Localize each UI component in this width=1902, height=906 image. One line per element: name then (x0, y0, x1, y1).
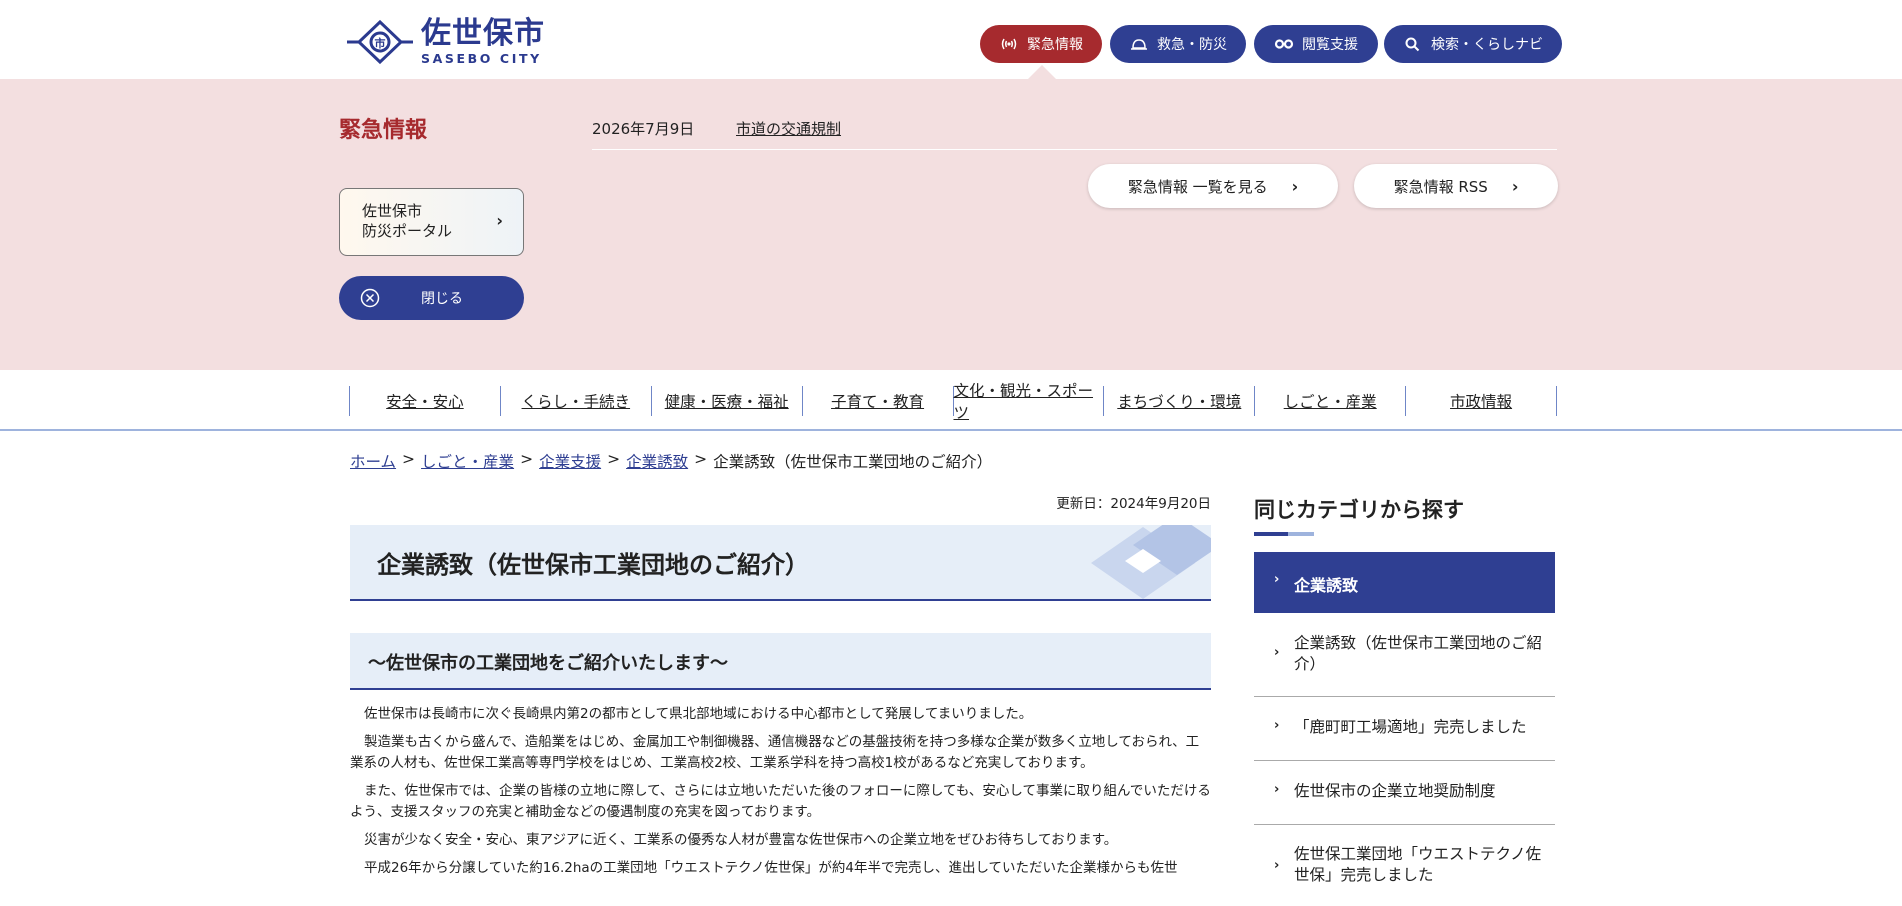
emergency-list-label: 緊急情報 一覧を見る (1127, 177, 1268, 196)
close-label: 閉じる (421, 291, 463, 307)
side-item[interactable]: › 「鹿町町工場適地」完売しました (1254, 697, 1555, 761)
side-item-label: 「鹿町町工場適地」完売しました (1294, 718, 1527, 736)
gnav-living[interactable]: くらし・手続き (499, 386, 651, 416)
portal-line2: 防災ポータル (362, 222, 453, 240)
close-emergency-button[interactable]: 閉じる (339, 276, 524, 320)
side-item-label: 佐世保市の企業立地奨励制度 (1294, 782, 1496, 800)
gnav-childcare[interactable]: 子育て・教育 (801, 386, 953, 416)
emergency-rss-button[interactable]: 緊急情報 RSS › (1354, 164, 1558, 208)
search-navi-button[interactable]: 検索・くらしナビ (1384, 25, 1562, 63)
article-paragraph: また、佐世保市では、企業の皆様の立地に際して、さらには立地いただいた後のフォロー… (350, 783, 1211, 820)
chevron-right-icon: › (1291, 176, 1299, 196)
disaster-portal-button[interactable]: 佐世保市 防災ポータル › (339, 188, 524, 256)
article-paragraph: 平成26年から分譲していた約16.2haの工業団地「ウエストテクノ佐世保」が約4… (364, 860, 1178, 876)
emergency-item-date: 2026年7月9日 (592, 120, 695, 138)
breadcrumb-invest[interactable]: 企業誘致 (626, 450, 688, 472)
page-title: 企業誘致（佐世保市工業団地のご紹介） (377, 551, 809, 579)
emergency-list-button[interactable]: 緊急情報 一覧を見る › (1088, 164, 1338, 208)
chevron-right-icon: › (496, 211, 503, 230)
breadcrumb: ホーム > しごと・産業 > 企業支援 > 企業誘致 > 企業誘致（佐世保市工業… (350, 450, 992, 472)
emergency-rss-label: 緊急情報 RSS (1393, 177, 1488, 196)
active-pointer (1028, 65, 1056, 79)
emergency-item-link[interactable]: 市道の交通規制 (736, 118, 841, 139)
glasses-icon (1274, 39, 1294, 49)
chevron-right-icon: › (1274, 718, 1280, 733)
side-item-label: 企業誘致（佐世保市工業団地のご紹介） (1294, 634, 1543, 673)
article-body: 佐世保市は長崎市に次ぐ長崎県内第2の都市として県北部地域における中心都市として発… (350, 704, 1211, 886)
side-item-label: 佐世保工業団地「ウエストテクノ佐世保」完売しました (1294, 845, 1542, 884)
gnav-health[interactable]: 健康・医療・福祉 (650, 386, 802, 416)
side-item[interactable]: › 佐世保工業団地「ウエストテクノ佐世保」完売しました (1254, 825, 1555, 906)
chevron-right-icon: › (1274, 858, 1280, 873)
close-circle-icon (360, 288, 380, 308)
breadcrumb-work[interactable]: しごと・産業 (421, 450, 514, 472)
city-emblem-icon: 市 (347, 19, 413, 65)
article-paragraph: 製造業も古くから盛んで、造船業をはじめ、金属加工や制御機器、通信機器などの基盤技… (350, 734, 1200, 771)
chevron-right-icon: › (1274, 572, 1280, 587)
side-heading-underline (1254, 532, 1314, 536)
article-paragraph: 佐世保市は長崎市に次ぐ長崎県内第2の都市として県北部地域における中心都市として発… (364, 706, 1033, 722)
global-nav: 安全・安心 くらし・手続き 健康・医療・福祉 子育て・教育 文化・観光・スポーツ… (0, 370, 1902, 431)
section-heading: ～佐世保市の工業団地をご紹介いたします～ (368, 653, 728, 674)
site-logo[interactable]: 市 佐世保市 SASEBO CITY (345, 18, 545, 66)
side-item[interactable]: › 企業誘致（佐世保市工業団地のご紹介） (1254, 613, 1555, 697)
side-item-label: 企業誘致 (1294, 576, 1359, 595)
emergency-title: 緊急情報 (339, 118, 428, 143)
breadcrumb-current: 企業誘致（佐世保市工業団地のご紹介） (713, 453, 993, 471)
siren-icon (1131, 39, 1147, 50)
broadcast-icon (1001, 38, 1017, 50)
updated-date: 更新日：2024年9月20日 (1056, 496, 1211, 512)
chevron-right-icon: › (1274, 782, 1280, 797)
gnav-town[interactable]: まちづくり・環境 (1103, 386, 1254, 416)
side-item[interactable]: › 佐世保市の企業立地奨励制度 (1254, 761, 1555, 825)
logo-name-ja: 佐世保市 (421, 15, 545, 51)
rescue-disaster-button[interactable]: 救急・防災 (1110, 25, 1246, 63)
search-icon (1405, 37, 1420, 52)
rescue-disaster-label: 救急・防災 (1157, 37, 1227, 53)
breadcrumb-support[interactable]: 企業支援 (539, 450, 601, 472)
breadcrumb-separator: > (520, 450, 534, 468)
emergency-info-label: 緊急情報 (1027, 37, 1083, 53)
breadcrumb-separator: > (694, 450, 708, 468)
breadcrumb-separator: > (402, 450, 416, 468)
chevron-right-icon: › (1274, 645, 1280, 660)
emergency-info-button[interactable]: 緊急情報 (980, 25, 1102, 63)
gnav-culture[interactable]: 文化・観光・スポーツ (952, 382, 1104, 422)
svg-text:市: 市 (375, 36, 386, 50)
search-navi-label: 検索・くらしナビ (1431, 37, 1543, 53)
side-heading: 同じカテゴリから探す (1254, 498, 1464, 522)
browsing-support-label: 閲覧支援 (1302, 37, 1358, 53)
breadcrumb-home[interactable]: ホーム (350, 450, 396, 472)
site-header: 市 佐世保市 SASEBO CITY 緊急情報 救急・防災 閲覧支援 検索・くら… (0, 0, 1902, 79)
gnav-safety[interactable]: 安全・安心 (349, 386, 500, 416)
gnav-city-info[interactable]: 市政情報 (1405, 386, 1557, 416)
page-title-box: 企業誘致（佐世保市工業団地のご紹介） (350, 525, 1211, 601)
side-item-active[interactable]: › 企業誘致 (1254, 552, 1555, 613)
portal-line1: 佐世保市 (362, 202, 423, 220)
gnav-work[interactable]: しごと・産業 (1254, 386, 1405, 416)
breadcrumb-separator: > (607, 450, 621, 468)
logo-name-en: SASEBO CITY (421, 50, 542, 66)
article-paragraph: 災害が少なく安全・安心、東アジアに近く、工業系の優秀な人材が豊富な佐世保市への企… (364, 832, 1118, 848)
emergency-list: 2026年7月9日 市道の交通規制 (592, 104, 1557, 150)
chevron-right-icon: › (1511, 176, 1519, 196)
browsing-support-button[interactable]: 閲覧支援 (1254, 25, 1378, 63)
section-heading-box: ～佐世保市の工業団地をご紹介いたします～ (350, 633, 1211, 690)
diamond-decoration-icon (1091, 525, 1211, 599)
